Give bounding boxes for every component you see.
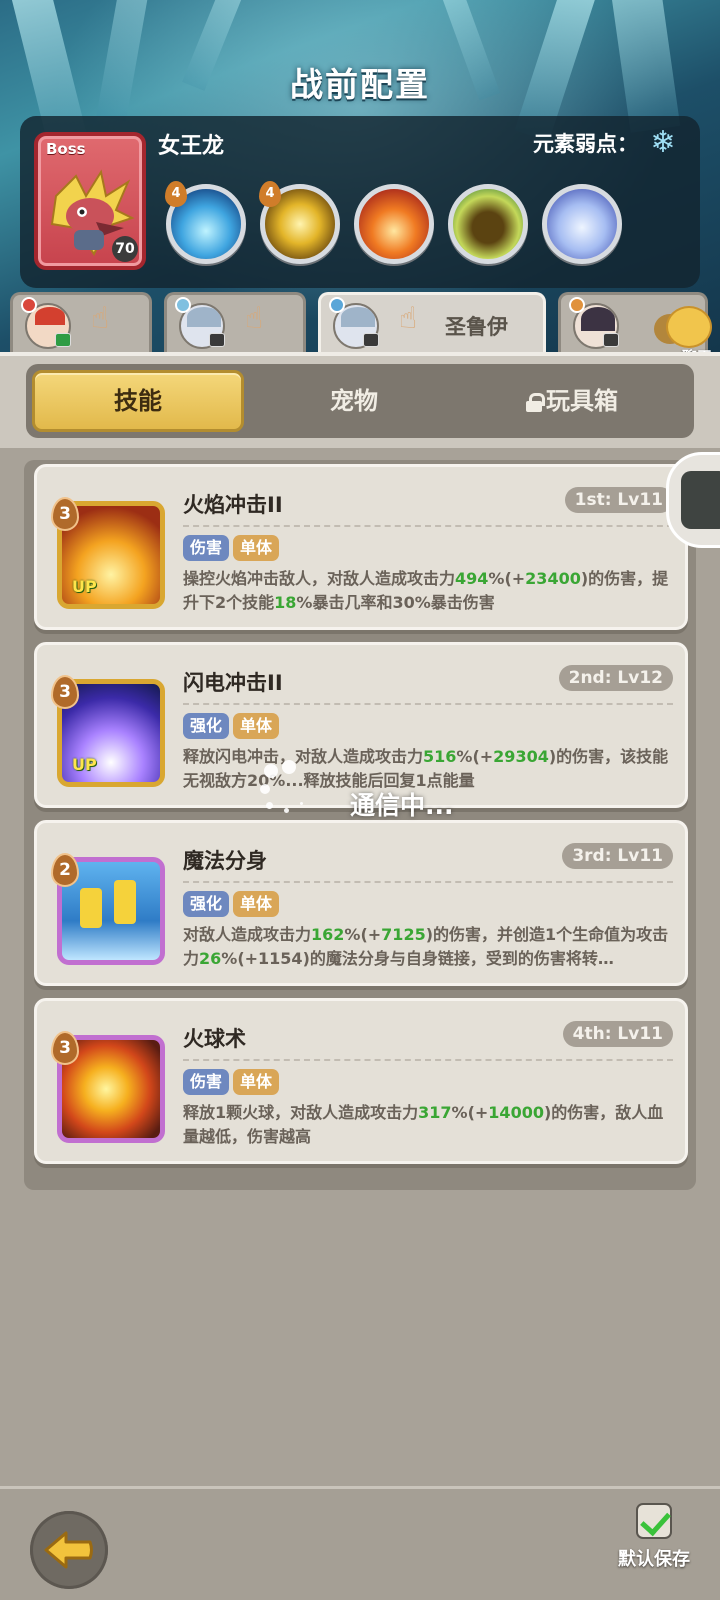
boss-tag: Boss [46, 140, 86, 158]
element-badge [21, 297, 37, 313]
skill-tag: 伤害 [183, 535, 230, 561]
snowflake-icon: ❄ [650, 125, 676, 160]
upgrade-label: UP [72, 755, 97, 774]
tab-skills[interactable]: 技能 [32, 370, 244, 432]
tab-label: 技能 [114, 387, 162, 415]
boss-name: 女王龙 [158, 134, 225, 159]
skill-level-badge: 3 [51, 497, 79, 531]
boss-skill-fire-explosion[interactable] [354, 184, 434, 264]
hero-name: 圣鲁伊 [445, 315, 508, 339]
weakness-label: 元素弱点： [533, 132, 638, 156]
side-panel-icon [681, 471, 720, 529]
role-badge [363, 333, 379, 347]
skill-slot: 3rd: Lv11 [562, 843, 673, 869]
tab-toybox[interactable]: 玩具箱 [466, 370, 678, 432]
default-save-toggle[interactable]: 默认保存 [608, 1503, 700, 1571]
upgrade-label: UP [72, 577, 97, 596]
tap-hand-icon: ☝ [399, 301, 418, 336]
skill-description: 释放闪电冲击，对敌人造成攻击力516%(+29304)的伤害，该技能无视敌方20… [183, 747, 669, 790]
skill-tags: 伤害 单体 [183, 535, 283, 561]
skill-description: 操控火焰冲击敌人，对敌人造成攻击力494%(+23400)的伤害，提升下2个技能… [183, 569, 669, 612]
boss-skill-level: 4 [259, 181, 281, 207]
skill-tag: 单体 [233, 1069, 280, 1095]
bottom-bar: 默认保存 [0, 1486, 720, 1600]
element-badge [175, 297, 191, 313]
page-title: 战前配置 [290, 65, 430, 104]
tab-label: 玩具箱 [546, 387, 618, 415]
divider [183, 703, 673, 705]
skill-name: 火焰冲击II [183, 493, 283, 517]
tab-pets[interactable]: 宠物 [248, 370, 460, 432]
back-arrow-icon [44, 1531, 93, 1569]
skill-tag: 单体 [233, 713, 280, 739]
skill-level-badge: 2 [51, 853, 79, 887]
skill-tag: 强化 [183, 713, 230, 739]
skill-slot: 2nd: Lv12 [558, 665, 673, 691]
config-panel: 技能 宠物 玩具箱 3 UP 火焰冲击II 1st: Lv11 伤害 单体 操控火… [0, 352, 720, 1600]
boss-skill-ice-crystal[interactable] [542, 184, 622, 264]
boss-skill-ice-splash[interactable]: 4 [165, 181, 246, 264]
lock-icon [526, 393, 545, 412]
element-badge [569, 297, 585, 313]
skill-card[interactable]: 3 UP 火焰冲击II 1st: Lv11 伤害 单体 操控火焰冲击敌人，对敌人造… [34, 464, 688, 630]
boss-panel: Boss 70 女王龙 元素弱点： ❄ 4 4 [20, 116, 700, 288]
skill-tags: 强化 单体 [183, 713, 283, 739]
skill-card[interactable]: 3 UP 闪电冲击II 2nd: Lv12 强化 单体 释放闪电冲击，对敌人造成攻… [34, 642, 688, 808]
tap-hand-icon: ☝ [245, 301, 264, 336]
boss-skill-lightning-burst[interactable]: 4 [259, 181, 340, 264]
hero-tab-1[interactable]: ☝ [10, 292, 152, 354]
save-label: 默认保存 [618, 1549, 690, 1570]
chat-face-icon [666, 306, 712, 348]
skill-level-badge: 3 [51, 675, 79, 709]
hero-tab-2[interactable]: ☝ [164, 292, 306, 354]
element-badge [329, 297, 345, 313]
tab-label: 宠物 [330, 387, 378, 415]
skill-level-badge: 3 [51, 1031, 79, 1065]
side-expand-button[interactable] [666, 452, 720, 548]
skill-slot: 4th: Lv11 [562, 1021, 673, 1047]
skill-description: 对敌人造成攻击力162%(+7125)的伤害，并创造1个生命值为攻击力26%(+… [183, 925, 669, 968]
skill-description: 释放1颗火球，对敌人造成攻击力317%(+14000)的伤害，敌人血量越低，伤害… [183, 1103, 664, 1146]
skill-name: 火球术 [183, 1027, 246, 1051]
role-badge [209, 333, 225, 347]
skill-tag: 强化 [183, 891, 230, 917]
skill-tags: 强化 单体 [183, 891, 283, 917]
tabbar-container: 技能 宠物 玩具箱 [0, 352, 720, 448]
skill-tag: 单体 [233, 535, 280, 561]
boss-portrait[interactable]: Boss 70 [34, 132, 146, 270]
boss-skill-level: 4 [165, 181, 187, 207]
tabbar: 技能 宠物 玩具箱 [26, 364, 694, 438]
skill-tag: 单体 [233, 891, 280, 917]
boss-skill-dark-golem[interactable] [448, 184, 528, 264]
skill-name: 闪电冲击II [183, 671, 283, 695]
boss-level: 70 [112, 236, 138, 262]
role-badge [603, 333, 619, 347]
skill-tag: 伤害 [183, 1069, 230, 1095]
skill-name: 魔法分身 [183, 849, 267, 873]
checkbox-checked-icon [636, 1503, 672, 1539]
divider [183, 525, 673, 527]
skill-card[interactable]: 3 火球术 4th: Lv11 伤害 单体 释放1颗火球，对敌人造成攻击力317%… [34, 998, 688, 1164]
divider [183, 881, 673, 883]
skill-tags: 伤害 单体 [183, 1069, 283, 1095]
skill-card[interactable]: 2 魔法分身 3rd: Lv11 强化 单体 对敌人造成攻击力162%(+7125… [34, 820, 688, 986]
divider [183, 1059, 673, 1061]
tap-hand-icon: ☝ [91, 301, 110, 336]
hero-tab-3[interactable]: ☝ 圣鲁伊 [318, 292, 546, 354]
role-badge [55, 333, 71, 347]
skill-slot: 1st: Lv11 [564, 487, 673, 513]
back-button[interactable] [30, 1511, 108, 1589]
